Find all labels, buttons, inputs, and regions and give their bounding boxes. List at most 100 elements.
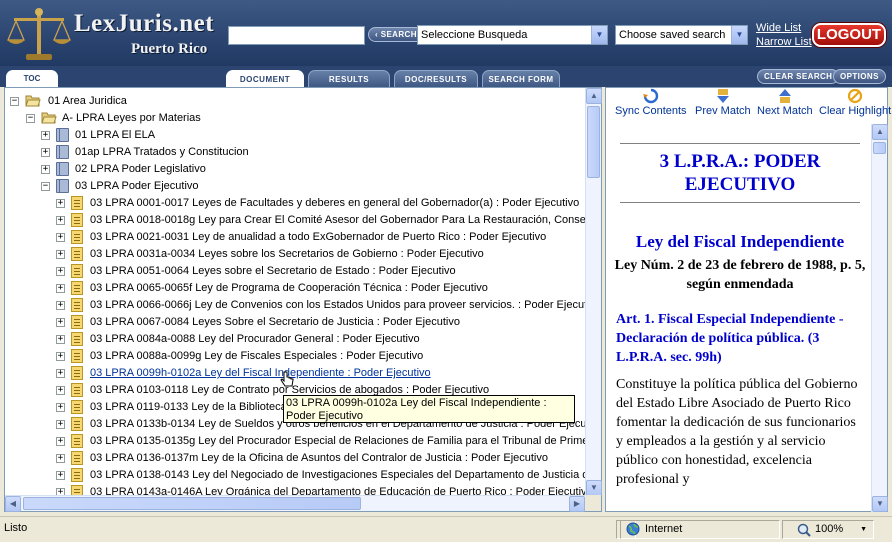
- divider: [620, 202, 860, 203]
- chevron-down-icon: ▼: [591, 26, 607, 44]
- tree-horizontal-scrollbar[interactable]: ◀ ▶: [5, 495, 585, 512]
- book-icon: [56, 162, 69, 176]
- toc-tree-pane: − 01 Area Juridica − A- LPRA Leyes por M…: [4, 87, 602, 512]
- expand-icon[interactable]: +: [56, 250, 65, 259]
- expand-icon[interactable]: +: [56, 437, 65, 446]
- scroll-down-icon[interactable]: ▼: [872, 496, 888, 512]
- document-icon: [71, 434, 83, 448]
- toc-tree: − 01 Area Juridica − A- LPRA Leyes por M…: [5, 88, 586, 495]
- book-icon: [56, 145, 69, 159]
- scroll-thumb[interactable]: [873, 142, 886, 154]
- collapse-icon[interactable]: −: [41, 182, 50, 191]
- document-icon: [71, 451, 83, 465]
- next-match-button[interactable]: Next Match: [757, 88, 813, 117]
- tooltip: 03 LPRA 0099h-0102a Ley del Fiscal Indep…: [283, 395, 575, 423]
- clear-search-button[interactable]: CLEAR SEARCH: [757, 69, 840, 84]
- tree-vertical-scrollbar[interactable]: ▲ ▼: [585, 88, 602, 496]
- brand-subtitle: Puerto Rico: [131, 41, 208, 57]
- chevron-left-icon: ‹: [375, 30, 379, 39]
- clear-highlight-button[interactable]: Clear Highlight: [819, 88, 891, 117]
- scroll-thumb[interactable]: [587, 106, 600, 178]
- tab-results[interactable]: RESULTS: [308, 70, 390, 87]
- open-folder-icon: [41, 112, 57, 124]
- expand-icon[interactable]: +: [56, 471, 65, 480]
- article-body: Constituye la política pública del Gobie…: [616, 377, 858, 487]
- expand-icon[interactable]: +: [56, 199, 65, 208]
- sync-icon: [642, 88, 658, 104]
- document-icon: [71, 213, 83, 227]
- narrow-list-link[interactable]: Narrow List: [756, 36, 812, 48]
- expand-icon[interactable]: +: [56, 301, 65, 310]
- document-icon: [71, 485, 83, 495]
- document-icon: [71, 366, 83, 380]
- document-content: 3 L.P.R.A.: PODER EJECUTIVO Ley del Fisc…: [614, 143, 866, 511]
- prev-match-button[interactable]: Prev Match: [695, 88, 751, 117]
- expand-icon[interactable]: +: [56, 284, 65, 293]
- collapse-icon[interactable]: −: [26, 114, 35, 123]
- expand-icon[interactable]: +: [56, 488, 65, 495]
- expand-icon[interactable]: +: [41, 165, 50, 174]
- document-icon: [71, 349, 83, 363]
- sync-contents-button[interactable]: Sync Contents: [615, 88, 687, 117]
- scales-of-justice-logo: [7, 8, 71, 60]
- scroll-corner: [585, 495, 601, 511]
- document-icon: [71, 417, 83, 431]
- expand-icon[interactable]: +: [41, 131, 50, 140]
- expand-icon[interactable]: +: [56, 420, 65, 429]
- hand-cursor-icon: [280, 371, 294, 387]
- article-heading: Art. 1. Fiscal Especial Independiente - …: [616, 312, 844, 365]
- globe-icon: [626, 522, 640, 536]
- search-button[interactable]: ‹ SEARCH: [368, 27, 424, 42]
- expand-icon[interactable]: +: [56, 403, 65, 412]
- tab-doc-results[interactable]: DOC/RESULTS: [394, 70, 478, 87]
- tab-toc[interactable]: TOC: [6, 70, 58, 87]
- prev-match-icon: [716, 89, 729, 103]
- zoom-control[interactable]: 100% ▼: [782, 520, 874, 539]
- expand-icon[interactable]: +: [56, 318, 65, 327]
- expand-icon[interactable]: +: [56, 352, 65, 361]
- saved-search-select[interactable]: Choose saved search ▼: [615, 25, 748, 45]
- book-icon: [56, 128, 69, 142]
- expand-icon[interactable]: +: [56, 369, 65, 378]
- next-match-icon: [778, 89, 791, 103]
- scroll-up-icon[interactable]: ▲: [586, 88, 602, 104]
- logout-button[interactable]: LOGOUT: [812, 23, 886, 47]
- expand-icon[interactable]: +: [56, 386, 65, 395]
- scroll-left-icon[interactable]: ◀: [5, 496, 21, 512]
- expand-icon[interactable]: +: [41, 148, 50, 157]
- document-icon: [71, 230, 83, 244]
- chevron-down-icon: ▼: [860, 526, 867, 533]
- law-subtitle: Ley Núm. 2 de 23 de febrero de 1988, p. …: [614, 258, 866, 292]
- document-icon: [71, 332, 83, 346]
- search-type-select[interactable]: Seleccione Busqueda ▼: [417, 25, 608, 45]
- expand-icon[interactable]: +: [56, 335, 65, 344]
- search-input[interactable]: [228, 26, 365, 45]
- scroll-thumb[interactable]: [23, 497, 361, 510]
- scroll-right-icon[interactable]: ▶: [569, 496, 585, 512]
- document-icon: [71, 298, 83, 312]
- options-button[interactable]: OPTIONS: [833, 69, 886, 84]
- collapse-icon[interactable]: −: [10, 97, 19, 106]
- expand-icon[interactable]: +: [56, 454, 65, 463]
- law-title: Ley del Fiscal Independiente: [635, 232, 845, 251]
- tab-document[interactable]: DOCUMENT: [226, 70, 304, 87]
- document-icon: [71, 196, 83, 210]
- document-icon: [71, 264, 83, 278]
- document-title: 3 L.P.R.A.: PODER EJECUTIVO: [659, 151, 821, 195]
- security-zone: Internet: [620, 520, 780, 539]
- document-vertical-scrollbar[interactable]: ▲ ▼: [871, 124, 888, 512]
- scroll-up-icon[interactable]: ▲: [872, 124, 888, 140]
- open-folder-icon: [25, 95, 41, 107]
- document-icon: [71, 315, 83, 329]
- document-icon: [71, 383, 83, 397]
- tab-search-form[interactable]: SEARCH FORM: [482, 70, 560, 87]
- chevron-down-icon: ▼: [731, 26, 747, 44]
- zoom-icon: [797, 523, 811, 537]
- expand-icon[interactable]: +: [56, 267, 65, 276]
- document-icon: [71, 400, 83, 414]
- scroll-down-icon[interactable]: ▼: [586, 480, 602, 496]
- status-bar: Listo Internet 100% ▼: [0, 516, 892, 542]
- wide-list-link[interactable]: Wide List: [756, 22, 801, 34]
- expand-icon[interactable]: +: [56, 233, 65, 242]
- expand-icon[interactable]: +: [56, 216, 65, 225]
